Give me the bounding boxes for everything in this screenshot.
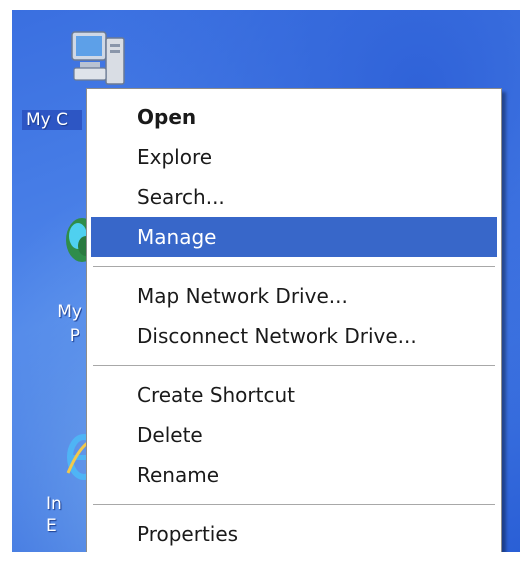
menu-item-search[interactable]: Search... [91,177,497,217]
computer-icon [71,31,125,85]
menu-item-properties[interactable]: Properties [91,514,497,552]
my-computer-label[interactable]: My C [22,110,82,130]
menu-separator [93,504,495,505]
network-places-label-line2[interactable]: P [50,326,80,346]
menu-item-manage[interactable]: Manage [91,217,497,257]
menu-separator [93,266,495,267]
menu-item-rename[interactable]: Rename [91,455,497,495]
menu-item-open[interactable]: Open [91,97,497,137]
network-places-label[interactable]: My [30,302,82,322]
desktop: My C My P In E Open Explore Search... Ma… [12,10,520,552]
menu-item-delete[interactable]: Delete [91,415,497,455]
my-computer-icon[interactable] [70,28,125,96]
menu-item-explore[interactable]: Explore [91,137,497,177]
context-menu: Open Explore Search... Manage Map Networ… [86,88,502,552]
menu-item-disconnect-network-drive[interactable]: Disconnect Network Drive... [91,316,497,356]
internet-explorer-label-line2[interactable]: E [46,516,76,536]
menu-item-map-network-drive[interactable]: Map Network Drive... [91,276,497,316]
internet-explorer-label[interactable]: In [46,494,76,514]
menu-separator [93,365,495,366]
screen: My C My P In E Open Explore Search... Ma… [0,0,529,564]
menu-item-create-shortcut[interactable]: Create Shortcut [91,375,497,415]
